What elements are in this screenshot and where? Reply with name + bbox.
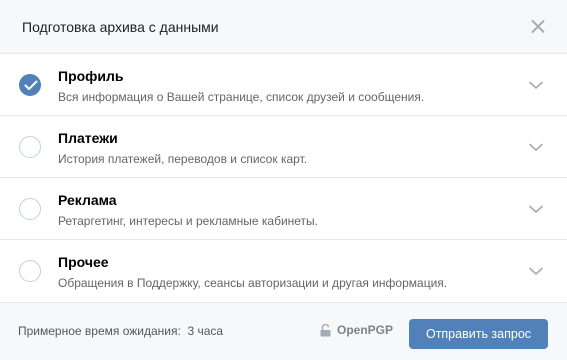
category-description: Вся информация о Вашей странице, список … [58, 90, 425, 104]
unlock-icon [320, 323, 331, 336]
close-icon[interactable] [530, 19, 545, 34]
category-title: Реклама [58, 192, 117, 208]
chevron-down-icon[interactable] [529, 81, 543, 90]
export-dialog: Подготовка архива с данными Профиль Вся … [0, 0, 567, 360]
openpgp-label: OpenPGP [337, 323, 394, 337]
chevron-down-icon[interactable] [529, 143, 543, 152]
checkbox-profile[interactable] [19, 74, 41, 96]
checkbox-ads[interactable] [19, 198, 41, 220]
dialog-header: Подготовка архива с данными [0, 0, 567, 54]
openpgp-toggle[interactable]: OpenPGP [320, 323, 393, 337]
checkmark-icon [24, 80, 38, 90]
category-item-profile[interactable]: Профиль Вся информация о Вашей странице,… [0, 54, 567, 116]
category-item-other[interactable]: Прочее Обращения в Поддержку, сеансы авт… [0, 240, 567, 302]
category-title: Профиль [58, 68, 124, 84]
checkbox-payments[interactable] [19, 136, 41, 158]
category-list: Профиль Вся информация о Вашей странице,… [0, 54, 567, 302]
chevron-down-icon[interactable] [529, 267, 543, 276]
category-title: Платежи [58, 130, 118, 146]
send-request-button[interactable]: Отправить запрос [409, 319, 548, 349]
dialog-footer: Примерное время ожидания: 3 часа OpenPGP… [0, 302, 567, 360]
category-description: Ретаргетинг, интересы и рекламные кабине… [58, 214, 319, 228]
category-description: История платежей, переводов и список кар… [58, 152, 308, 166]
dialog-title: Подготовка архива с данными [22, 18, 219, 35]
category-title: Прочее [58, 254, 109, 270]
category-item-ads[interactable]: Реклама Ретаргетинг, интересы и рекламны… [0, 178, 567, 240]
chevron-down-icon[interactable] [529, 205, 543, 214]
checkbox-other[interactable] [19, 260, 41, 282]
category-item-payments[interactable]: Платежи История платежей, переводов и сп… [0, 116, 567, 178]
category-description: Обращения в Поддержку, сеансы авторизаци… [58, 276, 448, 290]
wait-time-text: Примерное время ожидания: 3 часа [18, 324, 224, 338]
